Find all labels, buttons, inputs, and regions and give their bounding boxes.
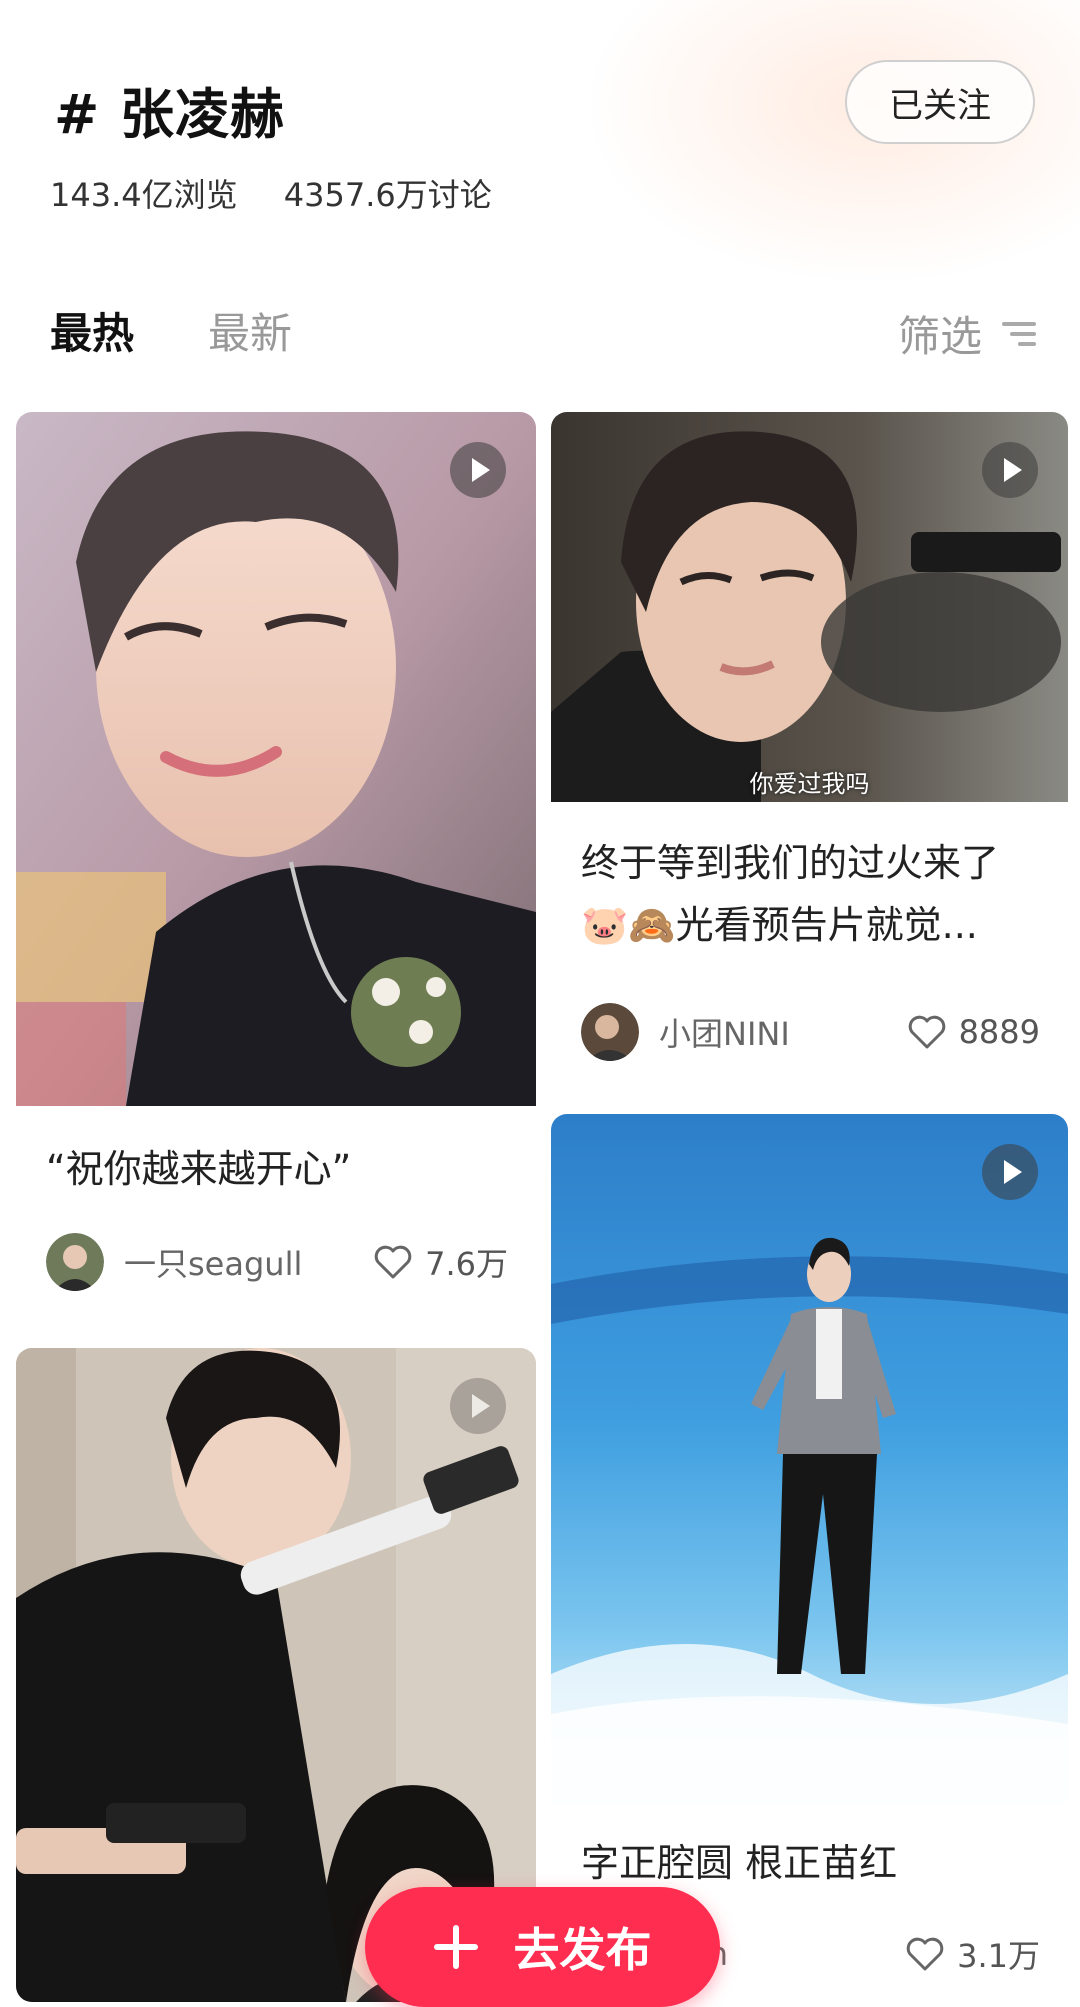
- filter-label: 筛选: [897, 312, 982, 361]
- tab-hot[interactable]: 最热: [50, 300, 134, 361]
- post-card[interactable]: 你爱过我吗 终于等到我们的过火来了🐷🙈光看预告片就觉... 小团NINI 888…: [551, 412, 1068, 1102]
- sort-tabs: 最热 最新: [50, 300, 292, 361]
- post-title: 字正腔圆 根正苗红: [581, 1841, 898, 1885]
- author-name[interactable]: 一只seagull: [124, 1239, 373, 1285]
- topic-stats: 143.4亿浏览 4357.6万讨论: [50, 170, 528, 216]
- publish-label: 去发布: [513, 1923, 652, 1977]
- filter-button[interactable]: 筛选: [898, 303, 1036, 364]
- post-cover-image: [16, 412, 536, 1106]
- video-caption: 你爱过我吗: [749, 770, 870, 798]
- publish-button[interactable]: 去发布: [365, 1887, 720, 2007]
- filter-icon: [1002, 320, 1036, 348]
- like-button[interactable]: 8889: [907, 1013, 1040, 1051]
- plus-icon: [433, 1925, 478, 1969]
- like-count: 7.6万: [425, 1245, 508, 1283]
- discussion-count: 4357.6万讨论: [283, 176, 492, 214]
- post-card[interactable]: “祝你越来越开心” 一只seagull 7.6万: [16, 412, 536, 1312]
- heart-icon: [374, 1245, 412, 1279]
- heart-icon: [906, 1937, 944, 1971]
- header-background-glow: [560, 0, 1080, 300]
- video-play-icon: [982, 442, 1038, 498]
- topic-title: # 张凌赫: [54, 83, 286, 146]
- post-meta: 一只seagull 7.6万: [46, 1230, 508, 1294]
- post-meta: 小团NINI 8889: [581, 1000, 1040, 1064]
- author-avatar[interactable]: [46, 1233, 104, 1291]
- post-title: 终于等到我们的过火来了🐷🙈光看预告片就觉...: [581, 841, 1000, 947]
- views-count: 143.4亿浏览: [50, 176, 238, 214]
- post-cover-image: 你爱过我吗: [551, 412, 1068, 802]
- like-button[interactable]: 7.6万: [373, 1239, 508, 1285]
- post-card[interactable]: 字正腔圆 根正苗红 z-0h 3.1万: [551, 1114, 1068, 2002]
- like-count: 3.1万: [957, 1937, 1040, 1975]
- video-play-icon: [450, 442, 506, 498]
- heart-icon: [908, 1015, 945, 1049]
- post-cover-image: [551, 1114, 1068, 1804]
- tab-new[interactable]: 最新: [208, 300, 292, 361]
- post-title: “祝你越来越开心”: [46, 1147, 352, 1191]
- video-play-icon: [982, 1144, 1038, 1200]
- author-avatar[interactable]: [581, 1003, 639, 1061]
- author-name[interactable]: 小团NINI: [659, 1009, 907, 1055]
- like-button[interactable]: 3.1万: [905, 1931, 1040, 1977]
- follow-button[interactable]: 已关注: [845, 60, 1035, 144]
- video-play-icon: [450, 1378, 506, 1434]
- like-count: 8889: [958, 1013, 1040, 1051]
